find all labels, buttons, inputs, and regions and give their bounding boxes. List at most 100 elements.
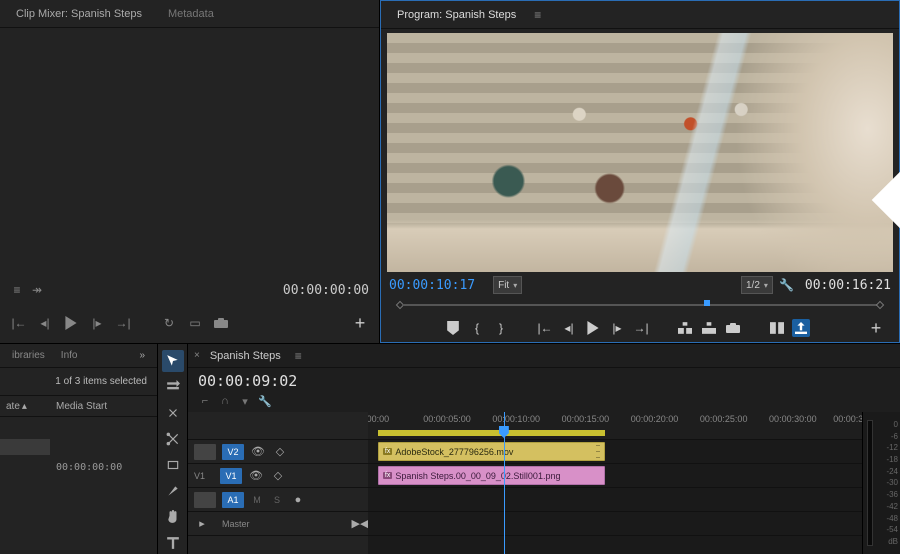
tab-program[interactable]: Program: Spanish Steps	[385, 3, 528, 27]
timeline-playhead[interactable]	[499, 426, 509, 438]
col-media-start[interactable]: Media Start	[50, 401, 113, 412]
step-back-frame-icon[interactable]: ◂|	[560, 319, 578, 337]
settings-wrench-icon[interactable]: 🔧	[779, 277, 795, 293]
mark-in-icon[interactable]: {	[468, 319, 486, 337]
meter-mark: -48	[868, 514, 898, 523]
tab-info[interactable]: Info	[53, 346, 86, 365]
track-header-v1[interactable]: V1 V1 👁 ◇	[188, 464, 368, 488]
track-lane-master[interactable]	[368, 512, 862, 536]
a1-mute-toggle[interactable]: M	[250, 495, 264, 505]
resolution-select[interactable]: 1/2	[741, 276, 773, 294]
tab-clip-mixer[interactable]: Clip Mixer: Spanish Steps	[4, 2, 154, 26]
work-area-bar[interactable]	[378, 430, 605, 436]
project-row[interactable]: 00:00:00:00	[0, 457, 157, 477]
go-to-in-icon[interactable]: |←	[10, 314, 28, 332]
meter-mark: -54	[868, 525, 898, 534]
play-icon[interactable]	[62, 314, 80, 332]
track-lane-a1[interactable]	[368, 488, 862, 512]
razor-tool[interactable]	[162, 428, 184, 450]
extract-icon[interactable]	[700, 319, 718, 337]
clip-v1[interactable]: Spanish Steps.00_00_09_02.Still001.png	[378, 466, 605, 485]
ruler-tick: 00:00:05:00	[423, 414, 471, 424]
clip-v2[interactable]: AdobeStock_277796256.mov	[378, 442, 605, 461]
panel-overflow-icon[interactable]: »	[131, 346, 153, 365]
meter-mark: 0	[868, 420, 898, 429]
v2-source-patch[interactable]	[194, 444, 216, 460]
slip-tool[interactable]	[162, 454, 184, 476]
export-share-icon[interactable]	[792, 319, 810, 337]
time-ruler[interactable]: 00:00 00:00:05:00 00:00:10:00 00:00:15:0…	[368, 412, 862, 440]
track-lane-v1[interactable]: Spanish Steps.00_00_09_02.Still001.png	[368, 464, 862, 488]
selection-tool[interactable]	[162, 350, 184, 372]
program-video[interactable]	[387, 33, 893, 272]
comparison-view-icon[interactable]	[768, 319, 786, 337]
linked-selection-icon[interactable]: ∩	[218, 394, 232, 408]
step-back-icon[interactable]: ◂|	[36, 314, 54, 332]
meter-mark: -18	[868, 455, 898, 464]
timeline-options: ⌐ ∩ ▾ 🔧	[188, 394, 900, 412]
master-expand-icon[interactable]: ▸	[194, 516, 210, 532]
timeline-menu-icon[interactable]: ≡	[295, 349, 302, 363]
a1-track-target[interactable]: A1	[222, 492, 244, 508]
go-to-out-icon[interactable]: →|	[114, 314, 132, 332]
play-toggle-icon[interactable]	[584, 319, 602, 337]
program-current-timecode[interactable]: 00:00:10:17	[389, 278, 475, 293]
a1-solo-toggle[interactable]: S	[270, 495, 284, 505]
close-sequence-icon[interactable]: ×	[194, 350, 200, 361]
go-to-in-point-icon[interactable]: |←	[536, 319, 554, 337]
camera-icon[interactable]	[212, 314, 230, 332]
lift-icon[interactable]	[676, 319, 694, 337]
timeline-tracks-area[interactable]: 00:00 00:00:05:00 00:00:10:00 00:00:15:0…	[368, 412, 862, 554]
v1-toggle-output-icon[interactable]: 👁	[248, 468, 264, 484]
a1-voiceover-icon[interactable]: ●	[290, 492, 306, 508]
meter-mark: -24	[868, 467, 898, 476]
a1-source-patch[interactable]	[194, 492, 216, 508]
button-editor-icon[interactable]: +	[351, 314, 369, 332]
go-to-out-point-icon[interactable]: →|	[632, 319, 650, 337]
ripple-edit-tool[interactable]	[162, 402, 184, 424]
out-point-handle[interactable]	[876, 301, 884, 309]
program-button-editor-icon[interactable]: +	[867, 319, 885, 337]
track-select-tool[interactable]	[162, 376, 184, 398]
clip-label: Spanish Steps.00_00_09_02.Still001.png	[395, 471, 560, 481]
master-meter-icon[interactable]: ▶◀	[352, 516, 368, 532]
pen-tool[interactable]	[162, 480, 184, 502]
write-keyframes-icon[interactable]: ≡	[10, 283, 24, 297]
project-row-media-start: 00:00:00:00	[50, 462, 157, 473]
hand-tool[interactable]	[162, 506, 184, 528]
mark-out-icon[interactable]: }	[492, 319, 510, 337]
snap-icon[interactable]: ⌐	[198, 394, 212, 408]
export-frame-camera-icon[interactable]	[724, 319, 742, 337]
play-audio-icon[interactable]: ↠	[30, 283, 44, 297]
step-fwd-icon[interactable]: |▸	[88, 314, 106, 332]
tab-metadata[interactable]: Metadata	[156, 2, 226, 26]
program-scrubber[interactable]	[389, 298, 891, 312]
panel-menu-icon[interactable]: ≡	[534, 8, 541, 22]
project-row[interactable]	[0, 437, 157, 457]
video-preview-image	[387, 33, 893, 272]
step-fwd-frame-icon[interactable]: |▸	[608, 319, 626, 337]
add-marker-tl-icon[interactable]: ▾	[238, 394, 252, 408]
track-lane-v2[interactable]: AdobeStock_277796256.mov	[368, 440, 862, 464]
track-header-v2[interactable]: V2 👁 ◇	[188, 440, 368, 464]
add-marker-icon[interactable]	[444, 319, 462, 337]
track-headers: V2 👁 ◇ V1 V1 👁 ◇ A1 M S	[188, 412, 368, 554]
col-date[interactable]: ate ▴	[0, 401, 50, 412]
v2-toggle-output-icon[interactable]: 👁	[250, 444, 266, 460]
v2-track-target[interactable]: V2	[222, 444, 244, 460]
v1-toggle-sync-icon[interactable]: ◇	[270, 468, 286, 484]
safe-margins-icon[interactable]: ▭	[186, 314, 204, 332]
tab-libraries[interactable]: ibraries	[4, 346, 53, 365]
v1-track-target[interactable]: V1	[220, 468, 242, 484]
timeline-timecode[interactable]: 00:00:09:02	[188, 368, 900, 394]
track-header-a1[interactable]: A1 M S ●	[188, 488, 368, 512]
type-tool[interactable]	[162, 532, 184, 554]
zoom-level-select[interactable]: Fit	[493, 276, 522, 294]
clip-label: AdobeStock_277796256.mov	[395, 447, 513, 457]
v2-toggle-sync-icon[interactable]: ◇	[272, 444, 288, 460]
track-header-master[interactable]: ▸ Master ▶◀	[188, 512, 368, 536]
loop-icon[interactable]: ↻	[160, 314, 178, 332]
timeline-settings-icon[interactable]: 🔧	[258, 394, 272, 408]
sequence-tab[interactable]: Spanish Steps	[204, 346, 287, 366]
program-playhead[interactable]	[702, 300, 712, 310]
